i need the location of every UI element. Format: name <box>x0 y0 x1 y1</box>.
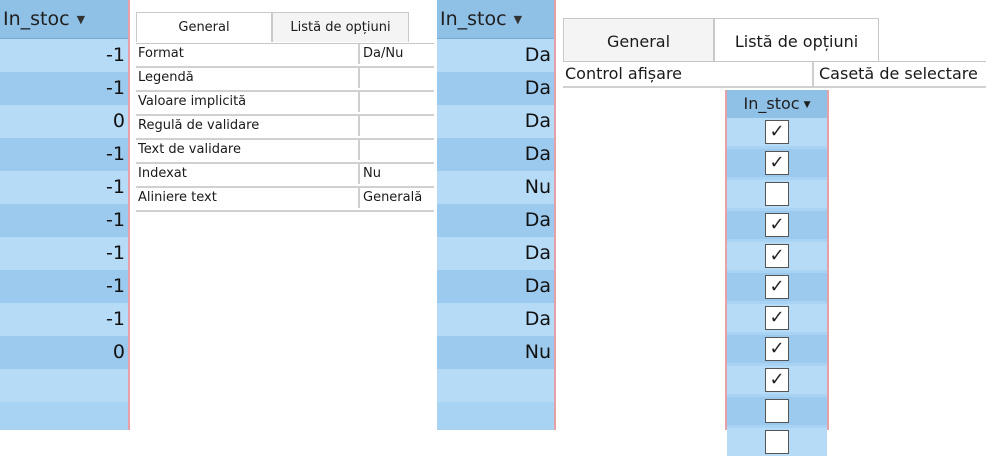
property-row[interactable]: Legendă <box>136 68 434 92</box>
checkbox-checked[interactable]: ✓ <box>765 337 789 361</box>
checkbox-unchecked[interactable] <box>765 430 789 454</box>
check-icon: ✓ <box>769 152 785 173</box>
table-cell <box>727 428 827 456</box>
property-label: Text de validare <box>138 142 241 157</box>
table-cell[interactable]: Da <box>437 204 554 237</box>
table-cell[interactable]: 0 <box>0 336 128 369</box>
property-row[interactable]: Format Da/Nu <box>136 44 434 68</box>
property-value[interactable] <box>358 68 363 88</box>
property-grid: Format Da/Nu Legendă Valoare implicită Regul… <box>136 43 434 212</box>
table-cell: ✓ <box>727 242 827 270</box>
column-header[interactable]: In_stoc ▼ <box>0 0 128 39</box>
checkbox-checked[interactable]: ✓ <box>765 151 789 175</box>
property-label: Aliniere text <box>138 190 217 205</box>
property-value[interactable] <box>358 140 363 160</box>
check-icon: ✓ <box>769 245 785 266</box>
property-label: Regulă de validare <box>138 118 260 133</box>
checkbox-unchecked[interactable] <box>765 399 789 423</box>
table-cell[interactable]: -1 <box>0 237 128 270</box>
checkbox-column: In_stoc ▼ ✓ ✓ ✓ ✓ ✓ ✓ ✓ ✓ <box>725 90 829 456</box>
property-label: Valoare implicită <box>138 94 247 109</box>
table-cell[interactable]: -1 <box>0 72 128 105</box>
checkbox-checked[interactable]: ✓ <box>765 275 789 299</box>
table-cell[interactable]: Nu <box>437 336 554 369</box>
property-label: Indexat <box>138 166 187 181</box>
chevron-down-icon[interactable]: ▼ <box>514 0 522 39</box>
table-cell[interactable]: -1 <box>0 204 128 237</box>
checkbox-checked[interactable]: ✓ <box>765 244 789 268</box>
property-label: Legendă <box>138 70 194 85</box>
table-cell[interactable]: -1 <box>0 270 128 303</box>
checkbox-checked[interactable]: ✓ <box>765 120 789 144</box>
property-row[interactable]: Valoare implicită <box>136 92 434 116</box>
table-cell[interactable] <box>437 369 554 402</box>
check-icon: ✓ <box>769 307 785 328</box>
tab-lista-de-optiuni[interactable]: Listă de opțiuni <box>272 12 409 42</box>
datasheet-column-numeric: In_stoc ▼ -1 -1 0 -1 -1 -1 -1 -1 -1 0 <box>0 0 130 430</box>
column-header-label: In_stoc <box>3 8 70 30</box>
property-row[interactable]: Regulă de validare <box>136 116 434 140</box>
property-row[interactable]: Text de validare <box>136 140 434 164</box>
tab-general[interactable]: General <box>563 18 714 61</box>
property-value[interactable] <box>358 116 363 136</box>
table-cell: ✓ <box>727 149 827 177</box>
table-cell <box>727 397 827 425</box>
table-cell: ✓ <box>727 335 827 363</box>
chevron-down-icon[interactable]: ▼ <box>804 100 811 110</box>
table-cell[interactable]: -1 <box>0 303 128 336</box>
check-icon: ✓ <box>769 338 785 359</box>
display-control-row[interactable]: Control afișare Casetă de selectare <box>563 62 986 88</box>
display-control-label: Control afișare <box>565 64 683 83</box>
check-icon: ✓ <box>769 369 785 390</box>
check-icon: ✓ <box>769 276 785 297</box>
table-cell[interactable]: Da <box>437 237 554 270</box>
property-value[interactable]: Generală <box>358 188 422 208</box>
table-cell[interactable]: Nu <box>437 171 554 204</box>
property-label: Format <box>138 46 184 61</box>
display-control-value[interactable]: Casetă de selectare <box>812 62 978 86</box>
table-cell: ✓ <box>727 118 827 146</box>
chevron-down-icon[interactable]: ▼ <box>77 0 85 39</box>
property-value[interactable]: Nu <box>358 164 381 184</box>
check-icon: ✓ <box>769 121 785 142</box>
table-cell: ✓ <box>727 304 827 332</box>
tab-lista-de-optiuni[interactable]: Listă de opțiuni <box>714 18 879 61</box>
datasheet-column-yesno: In_stoc ▼ Da Da Da Da Nu Da Da Da Da Nu <box>437 0 556 430</box>
checkbox-checked[interactable]: ✓ <box>765 368 789 392</box>
checkbox-checked[interactable]: ✓ <box>765 213 789 237</box>
checkbox-unchecked[interactable] <box>765 182 789 206</box>
table-cell[interactable] <box>0 369 128 402</box>
property-row[interactable]: Indexat Nu <box>136 164 434 188</box>
lookup-tabs: General Listă de opțiuni <box>563 18 986 62</box>
table-cell[interactable]: Da <box>437 270 554 303</box>
checkbox-checked[interactable]: ✓ <box>765 306 789 330</box>
column-header[interactable]: In_stoc ▼ <box>727 90 827 118</box>
check-icon: ✓ <box>769 214 785 235</box>
table-cell[interactable]: Da <box>437 39 554 72</box>
column-header-label: In_stoc <box>440 8 507 30</box>
property-row[interactable]: Aliniere text Generală <box>136 188 434 212</box>
property-value[interactable]: Da/Nu <box>358 44 403 64</box>
table-cell: ✓ <box>727 211 827 239</box>
table-cell[interactable]: -1 <box>0 138 128 171</box>
column-header-label: In_stoc <box>743 94 800 113</box>
table-cell[interactable]: -1 <box>0 171 128 204</box>
property-value[interactable] <box>358 92 363 112</box>
table-cell[interactable]: Da <box>437 138 554 171</box>
table-cell[interactable]: Da <box>437 303 554 336</box>
table-cell[interactable]: Da <box>437 105 554 138</box>
table-cell: ✓ <box>727 273 827 301</box>
tab-general[interactable]: General <box>136 12 272 42</box>
table-cell <box>727 180 827 208</box>
table-cell[interactable]: -1 <box>0 39 128 72</box>
column-header[interactable]: In_stoc ▼ <box>437 0 554 39</box>
table-cell[interactable]: 0 <box>0 105 128 138</box>
table-cell: ✓ <box>727 366 827 394</box>
table-cell[interactable]: Da <box>437 72 554 105</box>
